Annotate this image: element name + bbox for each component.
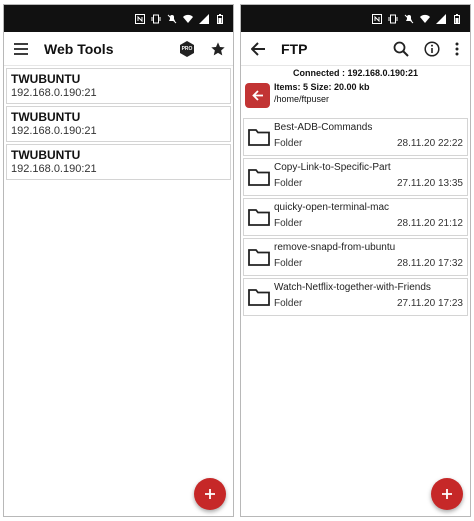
app-title: Web Tools <box>44 40 114 57</box>
nfc-icon <box>372 13 382 24</box>
status-bar <box>241 5 470 32</box>
parent-directory-button[interactable] <box>245 83 270 108</box>
star-icon <box>211 42 225 56</box>
server-address: 192.168.0.190:21 <box>11 163 97 175</box>
server-address: 192.168.0.190:21 <box>11 125 97 137</box>
more-vert-icon <box>455 42 459 56</box>
search-icon <box>393 41 409 57</box>
add-file-fab[interactable] <box>431 478 463 510</box>
file-list-item[interactable]: remove-snapd-from-ubuntu Folder 28.11.20… <box>243 238 468 276</box>
file-type: Folder <box>274 138 303 149</box>
ftp-screen: FTP Connected : 192.168.0.190:21 Items: … <box>240 4 471 517</box>
plus-icon <box>442 489 452 499</box>
arrow-back-icon <box>250 42 265 56</box>
file-date: 28.11.20 22:22 <box>397 138 463 149</box>
file-date: 28.11.20 17:32 <box>397 258 463 269</box>
server-list-item[interactable]: TWUBUNTU 192.168.0.190:21 <box>6 144 231 180</box>
signal-icon <box>199 13 209 24</box>
folder-icon <box>248 129 270 146</box>
wifi-icon <box>183 14 193 23</box>
file-list-item[interactable]: quicky-open-terminal-mac Folder 28.11.20… <box>243 198 468 236</box>
file-name: remove-snapd-from-ubuntu <box>274 242 396 253</box>
status-bar <box>4 5 233 32</box>
file-date: 27.11.20 13:35 <box>397 178 463 189</box>
file-type: Folder <box>274 178 303 189</box>
back-button[interactable] <box>248 39 268 59</box>
pro-button[interactable]: PRO <box>178 40 196 58</box>
arrow-left-icon <box>251 90 263 101</box>
file-list-item[interactable]: Copy-Link-to-Specific-Part Folder 27.11.… <box>243 158 468 196</box>
folder-icon <box>248 289 270 306</box>
top-app-bar: Web Tools PRO <box>4 32 233 66</box>
nfc-icon <box>135 13 145 24</box>
info-button[interactable] <box>422 39 442 59</box>
plus-icon <box>205 489 215 499</box>
current-path: /home/ftpuser <box>274 94 330 104</box>
path-bar: Items: 5 Size: 20.00 kb /home/ftpuser <box>241 79 470 108</box>
mute-icon <box>167 14 177 23</box>
server-name: TWUBUNTU <box>11 72 81 86</box>
server-name: TWUBUNTU <box>11 148 81 162</box>
file-type: Folder <box>274 218 303 229</box>
mute-icon <box>404 14 414 23</box>
server-list-item[interactable]: TWUBUNTU 192.168.0.190:21 <box>6 106 231 142</box>
folder-icon <box>248 209 270 226</box>
battery-icon <box>454 13 460 24</box>
folder-icon <box>248 249 270 266</box>
server-list: TWUBUNTU 192.168.0.190:21 TWUBUNTU 192.1… <box>4 66 233 180</box>
file-name: Watch-Netflix-together-with-Friends <box>274 282 431 293</box>
web-tools-screen: Web Tools PRO TWUBUNTU 192.168.0.190:21 … <box>3 4 234 517</box>
file-list: Best-ADB-Commands Folder 28.11.20 22:22 … <box>241 118 470 316</box>
file-date: 28.11.20 21:12 <box>397 218 463 229</box>
search-button[interactable] <box>391 39 411 59</box>
overflow-menu-button[interactable] <box>449 39 465 59</box>
pro-badge-text: PRO <box>181 46 193 52</box>
battery-icon <box>217 13 223 24</box>
items-summary: Items: 5 Size: 20.00 kb <box>274 82 370 92</box>
hamburger-menu-icon <box>14 43 28 55</box>
top-app-bar: FTP <box>241 32 470 66</box>
file-list-item[interactable]: Best-ADB-Commands Folder 28.11.20 22:22 <box>243 118 468 156</box>
favorite-button[interactable] <box>208 39 228 59</box>
vibrate-icon <box>388 14 398 23</box>
screen-title: FTP <box>281 40 308 57</box>
server-name: TWUBUNTU <box>11 110 81 124</box>
folder-icon <box>248 169 270 186</box>
vibrate-icon <box>151 14 161 23</box>
file-type: Folder <box>274 298 303 309</box>
server-address: 192.168.0.190:21 <box>11 87 97 99</box>
file-name: Copy-Link-to-Specific-Part <box>274 162 391 173</box>
server-list-item[interactable]: TWUBUNTU 192.168.0.190:21 <box>6 68 231 104</box>
connection-status: Connected : 192.168.0.190:21 <box>292 68 419 78</box>
add-server-fab[interactable] <box>194 478 226 510</box>
file-date: 27.11.20 17:23 <box>397 298 463 309</box>
file-list-item[interactable]: Watch-Netflix-together-with-Friends Fold… <box>243 278 468 316</box>
file-name: Best-ADB-Commands <box>274 122 373 133</box>
menu-button[interactable] <box>12 40 30 58</box>
signal-icon <box>436 13 446 24</box>
wifi-icon <box>420 14 430 23</box>
file-type: Folder <box>274 258 303 269</box>
file-name: quicky-open-terminal-mac <box>274 202 390 213</box>
info-icon <box>424 41 440 57</box>
